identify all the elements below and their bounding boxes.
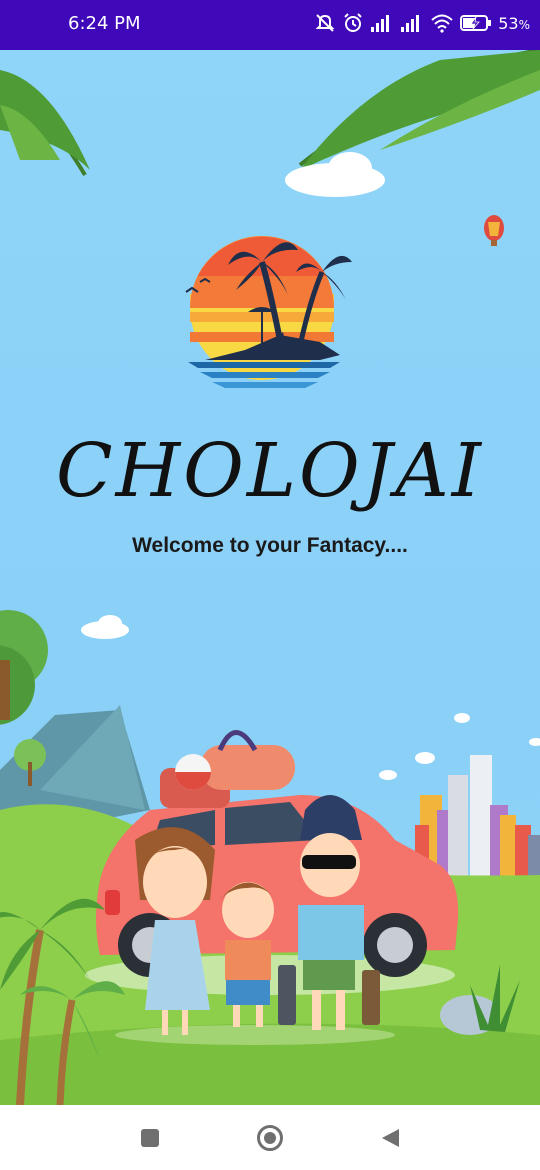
status-bar: 6:24 PM 53% <box>0 0 540 50</box>
palm-leaves-left <box>0 70 90 177</box>
alarm-icon <box>344 13 362 32</box>
splash-screen: CHOLOJAI Welcome to your Fantacy.... <box>0 50 540 1105</box>
circle-icon <box>257 1125 283 1151</box>
triangle-back-icon <box>382 1129 399 1147</box>
navigation-bar <box>0 1105 540 1170</box>
status-time: 6:24 PM <box>68 13 141 34</box>
back-button[interactable] <box>375 1123 405 1153</box>
mute-icon <box>315 14 335 32</box>
hot-air-balloon <box>484 215 504 246</box>
battery-charging-icon <box>460 15 492 31</box>
app-title: CHOLOJAI <box>56 428 484 514</box>
welcome-tagline: Welcome to your Fantacy.... <box>132 534 408 557</box>
splash-illustration <box>0 50 540 1105</box>
recents-button[interactable] <box>135 1123 165 1153</box>
signal-icon <box>401 15 420 32</box>
cholojai-logo <box>185 236 352 388</box>
battery-percent: 53% <box>498 13 530 33</box>
wifi-icon <box>431 14 453 33</box>
square-icon <box>141 1129 159 1147</box>
palm-leaves-right <box>298 50 540 170</box>
home-button[interactable] <box>255 1123 285 1153</box>
signal-icon <box>371 15 390 32</box>
status-icons: 53% <box>314 12 530 34</box>
